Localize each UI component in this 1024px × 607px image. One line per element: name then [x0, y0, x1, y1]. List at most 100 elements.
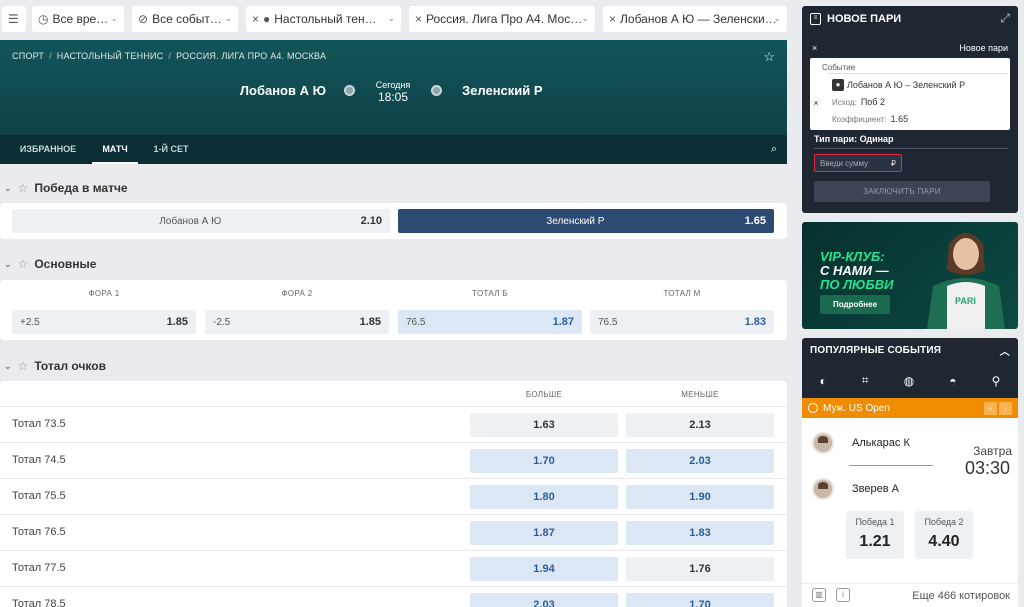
event-filter-dropdown[interactable]: ⊘ Все событ… ⌄: [132, 6, 238, 32]
totals-card: БОЛЬШЕ МЕНЬШЕ Тотал 73.5 1.63 2.13 Тотал 7…: [0, 381, 787, 607]
tournament-bar[interactable]: Муж. US Open ‹ ›: [802, 398, 1018, 418]
row-label: Тотал 76.5: [12, 526, 66, 538]
time-filter-dropdown[interactable]: ◷ Все вре… ⌄: [32, 6, 124, 32]
stats-icon[interactable]: ▥: [812, 588, 826, 602]
favorite-star-icon[interactable]: ☆: [763, 49, 775, 65]
odd-button-under[interactable]: 2.13: [626, 413, 774, 437]
odd-button-over[interactable]: 1.94: [470, 557, 618, 581]
league-filter-label: Россия. Лига Про А4. Мос…: [426, 12, 583, 26]
bet-item: Событие × ● Лобанов А Ю – Зеленский Р Исх…: [810, 58, 1010, 130]
clock-icon: ◷: [38, 12, 49, 26]
close-icon[interactable]: ×: [252, 12, 259, 26]
odd-button-team2[interactable]: Зеленский Р 1.65: [398, 209, 774, 233]
betslip-header: ≡ НОВОЕ ПАРИ: [810, 13, 901, 25]
search-icon[interactable]: ⌕: [771, 143, 777, 156]
section-totals-header[interactable]: ⌄ ☆ Тотал очков: [0, 355, 106, 377]
odd-button-win1[interactable]: Победа 1 1.21: [846, 511, 904, 559]
outcome-label: Исход:: [832, 98, 857, 107]
bet-type: Тип пари: Одинар: [814, 134, 894, 144]
amount-input[interactable]: Введи сумму ₽: [814, 154, 902, 172]
sport-filter-chip[interactable]: × ● Настольный тен… ⌄: [246, 6, 401, 32]
column-header: ТОТАЛ Б: [472, 289, 508, 298]
match-header: СПОРТ / НАСТОЛЬНЫЙ ТЕННИС / РОССИЯ. ЛИГА ПРО…: [0, 40, 787, 164]
section-main-header[interactable]: ⌄ ☆ Основные: [0, 253, 96, 275]
main-markets-card: ФОРА 1 ФОРА 2 ТОТАЛ Б ТОТАЛ М +2.5 1.85 -…: [0, 280, 787, 340]
odd-button-total-under[interactable]: 76.5 1.83: [590, 310, 774, 334]
match-winner-card: Лобанов А Ю 2.10 Зеленский Р 1.65: [0, 203, 787, 239]
favorite-star-icon[interactable]: ☆: [18, 257, 29, 271]
popular-header[interactable]: ПОПУЛЯРНЫЕ СОБЫТИЯ ︿: [802, 338, 1018, 363]
odd-label: Победа 2: [924, 517, 964, 527]
odd-button-over[interactable]: 1.80: [470, 485, 618, 509]
odd-button-over[interactable]: 1.70: [470, 449, 618, 473]
sport-filter-label: Настольный тен…: [274, 12, 377, 26]
odd-button-win2[interactable]: Победа 2 4.40: [915, 511, 973, 559]
odd-button-handicap1[interactable]: +2.5 1.85: [12, 310, 196, 334]
tab-favorites[interactable]: ИЗБРАННОЕ: [12, 135, 84, 164]
next-icon[interactable]: ›: [999, 401, 1012, 415]
breadcrumb-league[interactable]: РОССИЯ. ЛИГА ПРО А4. МОСКВА: [176, 51, 326, 61]
odd-button-handicap2[interactable]: -2.5 1.85: [205, 310, 389, 334]
odd-button-under[interactable]: 1.90: [626, 485, 774, 509]
tab-first-set[interactable]: 1-Й СЕТ: [146, 135, 196, 164]
team-away-logo: [431, 85, 442, 96]
odd-button-under[interactable]: 1.70: [626, 593, 774, 607]
section-match-winner-header[interactable]: ⌄ ☆ Победа в матче: [0, 177, 128, 199]
bet-outcome: Исход: Поб 2: [832, 97, 885, 107]
odd-button-under[interactable]: 2.03: [626, 449, 774, 473]
sport-all-icon[interactable]: ◐: [820, 374, 827, 388]
chevron-down-icon: ⌄: [4, 182, 12, 193]
odd-label: Лобанов А Ю: [159, 215, 222, 227]
close-icon[interactable]: ×: [812, 43, 817, 53]
event-filter-label: Все событ…: [152, 12, 222, 26]
favorite-star-icon[interactable]: ☆: [18, 181, 29, 195]
team-home-logo: [344, 85, 355, 96]
table-tennis-icon[interactable]: ⚲: [992, 374, 1001, 388]
odd-button-over[interactable]: 1.63: [470, 413, 618, 437]
promo-line2: С НАМИ —: [820, 263, 889, 278]
section-title: Победа в матче: [34, 181, 128, 195]
expand-icon[interactable]: ⤢: [1000, 11, 1010, 26]
esports-gamepad-icon[interactable]: ⌗: [862, 373, 869, 388]
breadcrumb-discipline[interactable]: НАСТОЛЬНЫЙ ТЕННИС: [57, 51, 164, 61]
odd-value: 4.40: [928, 533, 960, 550]
table-row: Тотал 73.5 1.63 2.13: [0, 406, 787, 442]
breadcrumb-sport[interactable]: СПОРТ: [12, 51, 44, 61]
odd-button-under[interactable]: 1.76: [626, 557, 774, 581]
remove-bet-icon[interactable]: ×: [808, 98, 824, 108]
place-bet-button[interactable]: ЗАКЛЮЧИТЬ ПАРИ: [814, 181, 990, 202]
player1-name: Алькарас К: [852, 437, 910, 449]
volleyball-icon[interactable]: ◓: [949, 374, 956, 388]
close-icon[interactable]: ×: [609, 12, 616, 26]
league-filter-chip[interactable]: × Россия. Лига Про А4. Мос… ⌄: [409, 6, 595, 32]
favorite-star-icon[interactable]: ☆: [18, 359, 29, 373]
player2-name: Зверев А: [852, 483, 899, 495]
odd-label: 76.5: [598, 316, 618, 328]
prev-icon[interactable]: ‹: [984, 401, 997, 415]
chevron-down-icon: ⌄: [4, 258, 12, 269]
filter-settings-button[interactable]: ☰: [2, 6, 26, 32]
close-icon[interactable]: ×: [415, 12, 422, 26]
odd-label: Зеленский Р: [546, 215, 605, 227]
match-filter-chip[interactable]: × Лобанов А Ю — Зеленски… ⌄: [603, 6, 787, 32]
odd-button-under[interactable]: 1.83: [626, 521, 774, 545]
promo-more-button[interactable]: Подробнее: [820, 295, 890, 314]
odd-button-over[interactable]: 1.87: [470, 521, 618, 545]
football-icon[interactable]: ◍: [904, 374, 914, 388]
avatar: [812, 432, 834, 454]
match-day: Сегодня: [375, 80, 411, 90]
more-odds-link[interactable]: Еще 466 котировок: [912, 590, 1010, 602]
info-icon[interactable]: i: [836, 588, 850, 602]
odd-button-team1[interactable]: Лобанов А Ю 2.10: [12, 209, 390, 233]
chevron-up-icon[interactable]: ︿: [1000, 343, 1010, 358]
tab-match[interactable]: МАТЧ: [92, 135, 138, 164]
filter-bar: ☰ ◷ Все вре… ⌄ ⊘ Все событ… ⌄ × ● Настольный т…: [0, 0, 795, 38]
chevron-down-icon: ⌄: [224, 13, 232, 23]
promo-banner[interactable]: VIP-КЛУБ: С НАМИ — ПО ЛЮБВИ Подробнее PARI: [802, 222, 1018, 329]
table-row: Тотал 75.5 1.80 1.90: [0, 478, 787, 514]
odd-value: 1.21: [859, 533, 891, 550]
odd-button-total-over[interactable]: 76.5 1.87: [398, 310, 582, 334]
odd-label: 76.5: [406, 316, 426, 328]
outcome-value: Поб 2: [860, 97, 885, 107]
odd-button-over[interactable]: 2.03: [470, 593, 618, 607]
